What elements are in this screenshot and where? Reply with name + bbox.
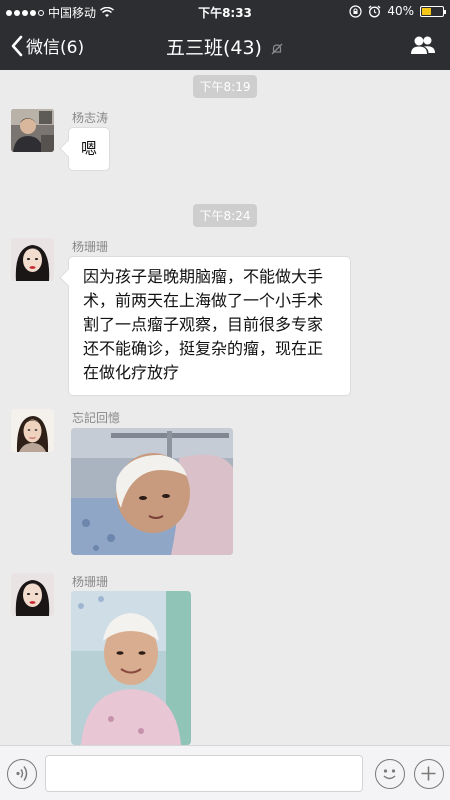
alarm-icon: [368, 5, 381, 17]
rotation-lock-icon: [349, 4, 362, 18]
message-line: 还不能确诊，挺复杂的瘤，现在正: [83, 339, 324, 358]
message-input[interactable]: [45, 755, 363, 792]
avatar[interactable]: [11, 238, 54, 281]
mute-bell-icon: [271, 43, 283, 54]
battery-icon: [420, 5, 446, 17]
plus-icon: [421, 766, 436, 781]
emoji-icon: [383, 769, 396, 780]
status-right: 40%: [349, 4, 446, 18]
message-bubble[interactable]: 嗯: [68, 127, 111, 171]
message-line: 术，前两天在上海做了一个小手术: [83, 291, 324, 310]
status-bar: 中国移动 下午8:33 40%: [0, 0, 450, 22]
sender-name: 杨珊珊: [72, 575, 109, 589]
timestamp-label: 下午8:24: [192, 204, 258, 227]
avatar-photo: [11, 409, 54, 452]
message-bubble[interactable]: 因为孩子是晚期脑瘤，不能做大手 术，前两天在上海做了一个小手术 割了一点瘤子观察…: [68, 256, 351, 396]
sender-name: 杨志涛: [72, 111, 109, 125]
group-contacts-icon[interactable]: [410, 34, 436, 56]
message-text: 嗯: [81, 139, 98, 158]
chat-title-text: 五三班(43): [165, 37, 262, 59]
message-line: 割了一点瘤子观察，目前很多专家: [83, 315, 324, 334]
avatar-photo: [11, 109, 54, 152]
emoji-button[interactable]: [375, 759, 405, 789]
timestamp-label: 下午8:19: [192, 75, 258, 98]
image-message[interactable]: [71, 591, 191, 745]
child-with-head-bandage-photo: [71, 591, 191, 745]
avatar[interactable]: [11, 109, 54, 152]
message-line: 在做化疗放疗: [83, 363, 180, 382]
add-button[interactable]: [414, 759, 444, 789]
message-line: 因为孩子是晚期脑瘤，不能做大手: [83, 267, 324, 286]
timestamp: 下午8:19: [0, 75, 450, 98]
image-message[interactable]: [71, 428, 233, 555]
child-in-hospital-bed-photo: [71, 428, 233, 555]
avatar-photo: [11, 573, 54, 616]
timestamp: 下午8:24: [0, 204, 450, 227]
input-bar: [0, 745, 450, 800]
voice-button[interactable]: [7, 759, 37, 789]
chat-title: 五三班(43): [0, 33, 450, 60]
nav-bar: 微信(6) 五三班(43): [0, 22, 450, 70]
voice-icon: [16, 766, 28, 781]
avatar[interactable]: [11, 409, 54, 452]
sender-name: 杨珊珊: [72, 240, 109, 254]
avatar[interactable]: [11, 573, 54, 616]
sender-name: 忘記回憶: [72, 411, 121, 425]
battery-percent: 40%: [387, 4, 414, 18]
avatar-photo: [11, 238, 54, 281]
